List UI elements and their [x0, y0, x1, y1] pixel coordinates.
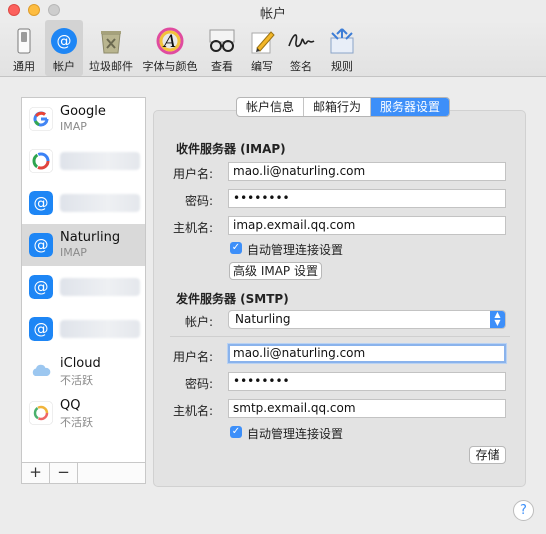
toolbar-label: 字体与颜色	[142, 60, 198, 73]
incoming-server-heading: 收件服务器 (IMAP)	[176, 142, 286, 156]
svg-text:A: A	[162, 32, 176, 52]
toolbar-label: 通用	[13, 60, 35, 73]
pencil-icon	[251, 31, 275, 54]
outgoing-auto-manage-checkbox[interactable]: ✓	[230, 426, 242, 438]
outgoing-host-field[interactable]: smtp.exmail.qq.com	[228, 399, 506, 418]
google-icon	[29, 107, 53, 131]
incoming-auto-manage-label: 自动管理连接设置	[247, 243, 344, 257]
advanced-imap-settings-button[interactable]: 高级 IMAP 设置	[229, 262, 322, 280]
outgoing-auto-manage-label: 自动管理连接设置	[247, 427, 344, 441]
toolbar-item-rules[interactable]: 规则	[325, 20, 359, 76]
outgoing-host-label: 主机名:	[172, 404, 213, 418]
incoming-auto-manage-checkbox[interactable]: ✓	[230, 242, 242, 254]
title-bar: 帐户	[0, 0, 546, 22]
toolbar-label: 规则	[331, 60, 353, 73]
outgoing-username-field[interactable]: mao.li@naturling.com	[228, 344, 506, 363]
chevron-up-down-icon: ▲ ▼	[490, 311, 505, 328]
toolbar-label: 帐户	[53, 60, 75, 73]
section-divider	[170, 336, 510, 337]
account-type: IMAP	[60, 120, 87, 133]
at-sign-icon: @	[51, 28, 77, 54]
at-sign-icon: @	[29, 233, 53, 257]
incoming-password-label: 密码:	[184, 194, 213, 208]
incoming-host-field[interactable]: imap.exmail.qq.com	[228, 216, 506, 235]
toolbar-label: 查看	[211, 60, 233, 73]
account-name: Google	[60, 104, 106, 119]
remove-account-button[interactable]: −	[50, 463, 78, 483]
incoming-password-field[interactable]: ••••••••	[228, 189, 506, 208]
add-account-button[interactable]: +	[22, 463, 50, 483]
account-item-google[interactable]: Google IMAP	[22, 98, 145, 140]
at-sign-icon: @	[29, 275, 53, 299]
toolbar-label: 垃圾邮件	[89, 60, 133, 73]
blurred-account-name	[60, 278, 140, 296]
incoming-username-label: 用户名:	[172, 167, 213, 181]
account-item-blurred[interactable]: @	[22, 266, 145, 308]
help-button[interactable]: ?	[513, 500, 534, 521]
toolbar-item-general[interactable]: 通用	[6, 20, 42, 76]
outgoing-username-label: 用户名:	[172, 350, 213, 364]
outgoing-account-label: 帐户:	[184, 315, 213, 329]
outgoing-password-label: 密码:	[184, 377, 213, 391]
tab-account-info[interactable]: 帐户信息	[237, 98, 305, 116]
toolbar-item-signatures[interactable]: 签名	[283, 20, 319, 76]
glasses-icon	[209, 29, 235, 52]
trash-bin-icon	[101, 31, 121, 54]
toolbar-label: 编写	[251, 60, 273, 73]
switch-icon	[17, 28, 31, 54]
signature-icon	[288, 34, 315, 48]
account-type: IMAP	[60, 246, 87, 259]
toolbar-item-viewing[interactable]: 查看	[204, 20, 240, 76]
incoming-username-field[interactable]: mao.li@naturling.com	[228, 162, 506, 181]
outgoing-account-select[interactable]: Naturling ▲ ▼	[228, 310, 506, 329]
preferences-toolbar: 通用 @ 帐户 垃圾邮件 A 字体与颜色 查看 编写 签名 规则	[0, 20, 546, 77]
font-colors-icon: A	[156, 27, 184, 55]
save-button[interactable]: 存储	[469, 446, 506, 464]
incoming-host-label: 主机名:	[172, 221, 213, 235]
svg-text:@: @	[57, 32, 72, 50]
outgoing-account-value: Naturling	[235, 312, 291, 326]
toolbar-item-accounts[interactable]: @ 帐户	[45, 20, 83, 76]
settings-tab-bar: 帐户信息 邮箱行为 服务器设置	[236, 97, 451, 117]
toolbar-item-fonts-colors[interactable]: A 字体与颜色	[140, 20, 200, 76]
tab-server-settings[interactable]: 服务器设置	[371, 98, 450, 116]
outgoing-server-heading: 发件服务器 (SMTP)	[176, 292, 289, 306]
outgoing-password-field[interactable]: ••••••••	[228, 372, 506, 391]
tab-mailbox-behaviors[interactable]: 邮箱行为	[304, 98, 372, 116]
rules-icon	[330, 28, 354, 54]
toolbar-item-junk-mail[interactable]: 垃圾邮件	[86, 20, 136, 76]
accounts-list: Google IMAP @ @ Naturling IMAP @ @ iClou…	[21, 97, 146, 484]
accounts-list-footer: + −	[22, 462, 145, 483]
svg-text:@: @	[34, 236, 49, 254]
toolbar-item-composing[interactable]: 编写	[244, 20, 280, 76]
svg-text:@: @	[34, 278, 49, 296]
toolbar-label: 签名	[290, 60, 312, 73]
